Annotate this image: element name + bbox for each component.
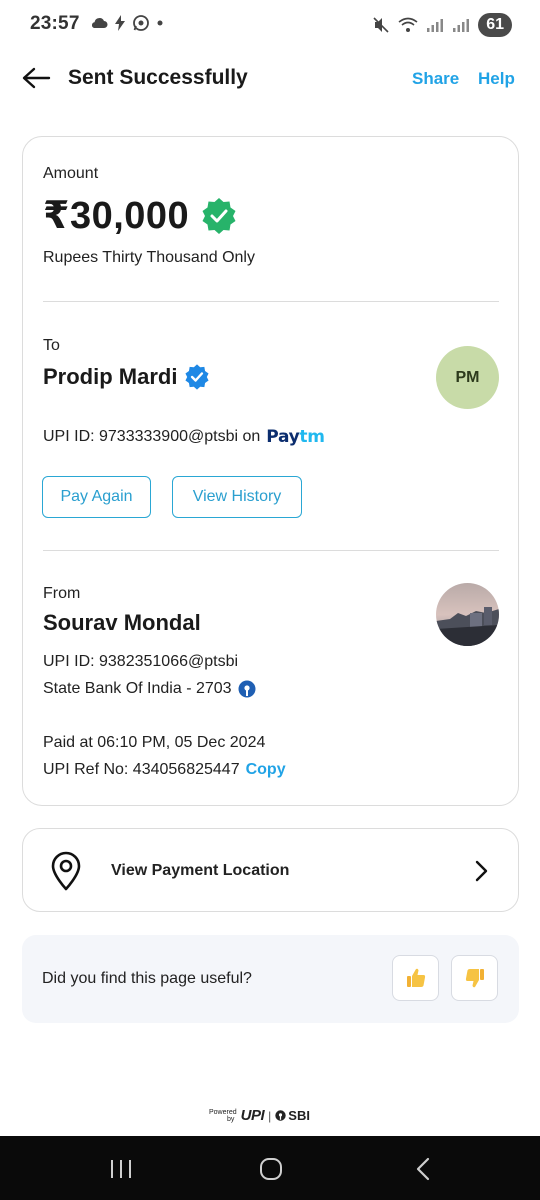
logo-separator: | [268, 1108, 272, 1123]
home-button[interactable] [256, 1156, 286, 1182]
sbi-logo-icon [275, 1110, 286, 1121]
upi-ref-no: UPI Ref No: 434056825447 [43, 761, 240, 778]
powered-by-footer: Powered by UPI | SBI [209, 1107, 310, 1124]
chevron-right-icon [475, 860, 488, 882]
location-pin-icon [51, 851, 81, 891]
whatsapp-icon [133, 15, 149, 31]
amount-value: ₹30,000 [43, 195, 190, 237]
recent-apps-icon [111, 1160, 131, 1178]
ref-no-row: UPI Ref No: 434056825447 Copy [43, 761, 286, 779]
recipient-upi-row: UPI ID: 9733333900@ptsbi on Paytm [43, 427, 325, 447]
back-nav-button[interactable] [408, 1156, 438, 1182]
status-time: 23:57 [30, 13, 80, 34]
amount-label: Amount [43, 165, 99, 182]
status-system-icons: 61 [372, 13, 512, 37]
arrow-left-icon [22, 67, 51, 89]
help-button[interactable]: Help [478, 69, 515, 89]
feedback-section: Did you find this page useful? [22, 935, 519, 1023]
transaction-card: Amount ₹30,000 Rupees Thirty Thousand On… [22, 136, 519, 806]
dot-icon [157, 20, 163, 26]
recipient-avatar: PM [436, 346, 499, 409]
back-button[interactable] [20, 64, 52, 92]
verified-blue-icon [185, 364, 210, 390]
flash-icon [115, 15, 125, 31]
paytm-logo: Paytm [266, 427, 325, 447]
thumbs-down-icon [465, 969, 484, 988]
sender-avatar [436, 583, 499, 646]
signal-2-icon [453, 19, 470, 32]
sbi-bank-icon [238, 680, 256, 698]
recipient-name: Prodip Mardi [43, 364, 178, 389]
back-nav-icon [416, 1157, 430, 1181]
amount-row: ₹30,000 [43, 193, 239, 238]
amount-in-words: Rupees Thirty Thousand Only [43, 249, 255, 266]
avatar-photo-image [436, 583, 499, 646]
sender-name: Sourav Mondal [43, 610, 201, 635]
cloud-icon [91, 18, 108, 28]
copy-button[interactable]: Copy [246, 761, 286, 779]
divider [43, 301, 499, 302]
wifi-icon [398, 17, 418, 32]
recipient-label: To [43, 337, 60, 354]
divider [43, 550, 499, 551]
mute-icon [373, 17, 389, 33]
thumbs-up-icon [406, 968, 425, 987]
sender-bank-row: State Bank Of India - 2703 [43, 680, 256, 698]
paid-at: Paid at 06:10 PM, 05 Dec 2024 [43, 734, 266, 751]
sender-label: From [43, 585, 81, 602]
recipient-upi-id: UPI ID: 9733333900@ptsbi on [43, 428, 261, 445]
system-nav-bar [0, 1136, 540, 1200]
view-history-button[interactable]: View History [172, 476, 302, 518]
home-icon [260, 1158, 282, 1180]
upi-logo: UPI [240, 1107, 265, 1124]
view-payment-location-button[interactable]: View Payment Location [22, 828, 519, 912]
status-bar: 23:57 61 [0, 0, 540, 50]
recent-apps-button[interactable] [106, 1156, 136, 1182]
app-header: Sent Successfully Share Help [0, 50, 540, 106]
share-button[interactable]: Share [412, 69, 459, 89]
pay-again-button[interactable]: Pay Again [42, 476, 151, 518]
battery-indicator: 61 [478, 13, 512, 37]
recipient-name-row: Prodip Mardi [43, 363, 211, 391]
sender-upi-id: UPI ID: 9382351066@ptsbi [43, 653, 239, 670]
thumbs-down-button[interactable] [451, 955, 498, 1001]
page-title: Sent Successfully [68, 66, 248, 89]
thumbs-up-button[interactable] [392, 955, 439, 1001]
powered-by-text: Powered by [209, 1108, 237, 1123]
sender-bank: State Bank Of India - 2703 [43, 680, 232, 697]
location-label: View Payment Location [111, 862, 290, 879]
verified-badge-icon [202, 197, 236, 234]
sbi-logo: SBI [275, 1108, 310, 1123]
sender-name-row: Sourav Mondal [43, 610, 201, 636]
feedback-question: Did you find this page useful? [42, 970, 252, 987]
signal-icon [427, 19, 444, 32]
status-notification-icons [90, 14, 164, 32]
